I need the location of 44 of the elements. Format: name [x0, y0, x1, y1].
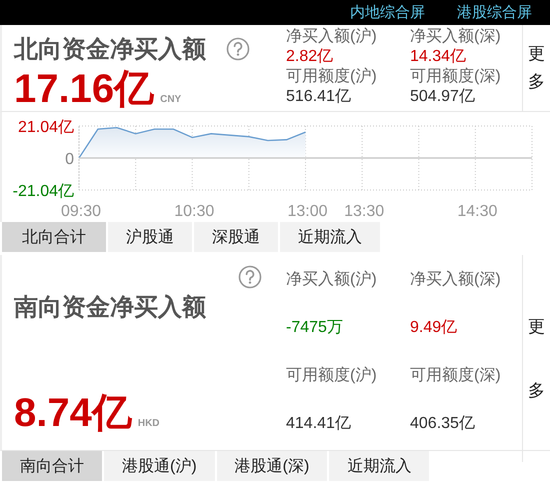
stat-label: 净买入额(深)	[410, 270, 502, 290]
axis-label: 13:30	[344, 203, 384, 220]
stat-value: 504.97亿	[410, 87, 476, 107]
axis-label: 10:30	[174, 203, 214, 220]
axis-label: 14:30	[457, 203, 498, 220]
stat-label: 可用额度(沪)	[286, 67, 378, 87]
stat-label: 净买入额(沪)	[286, 270, 378, 290]
axis-label: 13:00	[287, 203, 328, 220]
stat-value: 2.82亿	[286, 47, 334, 67]
help-icon[interactable]	[238, 265, 262, 289]
tab[interactable]: 南向合计	[2, 451, 102, 481]
currency-label: CNY	[160, 94, 182, 105]
stat-label: 净买入额(沪)	[286, 27, 378, 47]
axis-label: -21.04亿	[12, 183, 74, 200]
nav-link[interactable]: 港股综合屏	[457, 3, 532, 22]
tab[interactable]: 深股通	[194, 222, 278, 252]
stat-label: 净买入额(深)	[410, 27, 502, 47]
currency-label: HKD	[138, 418, 160, 429]
total-amount: 8.74亿	[14, 393, 132, 433]
tab[interactable]: 港股通(沪)	[104, 451, 215, 481]
stat-value: 516.41亿	[286, 87, 352, 107]
section-title: 南向资金净买入额	[14, 293, 206, 323]
tab[interactable]: 近期流入	[329, 451, 430, 481]
total-amount: 17.16亿	[14, 69, 154, 109]
stat-value: 9.49亿	[410, 318, 458, 338]
tab[interactable]: 近期流入	[280, 222, 380, 252]
stat-value: 406.35亿	[410, 414, 476, 434]
stat-label: 可用额度(深)	[410, 67, 502, 87]
stat-value: 14.34亿	[410, 47, 468, 67]
axis-label: 21.04亿	[18, 119, 74, 136]
tab[interactable]: 港股通(深)	[216, 451, 328, 481]
nav-link[interactable]: 内地综合屏	[350, 3, 425, 22]
more-link[interactable]: 更多	[528, 294, 545, 422]
stat-label: 可用额度(深)	[410, 366, 502, 386]
more-link[interactable]: 更多	[528, 40, 545, 96]
stat-value: 414.41亿	[286, 414, 352, 434]
axis-label: 0	[65, 151, 74, 168]
axis-label: 09:30	[60, 203, 102, 220]
stat-label: 可用额度(沪)	[286, 366, 378, 386]
section-title: 北向资金净买入额	[14, 35, 206, 65]
tab[interactable]: 沪股通	[108, 222, 192, 252]
help-icon[interactable]	[226, 37, 250, 61]
stat-value: -7475万	[286, 318, 344, 338]
tab[interactable]: 北向合计	[2, 222, 106, 252]
